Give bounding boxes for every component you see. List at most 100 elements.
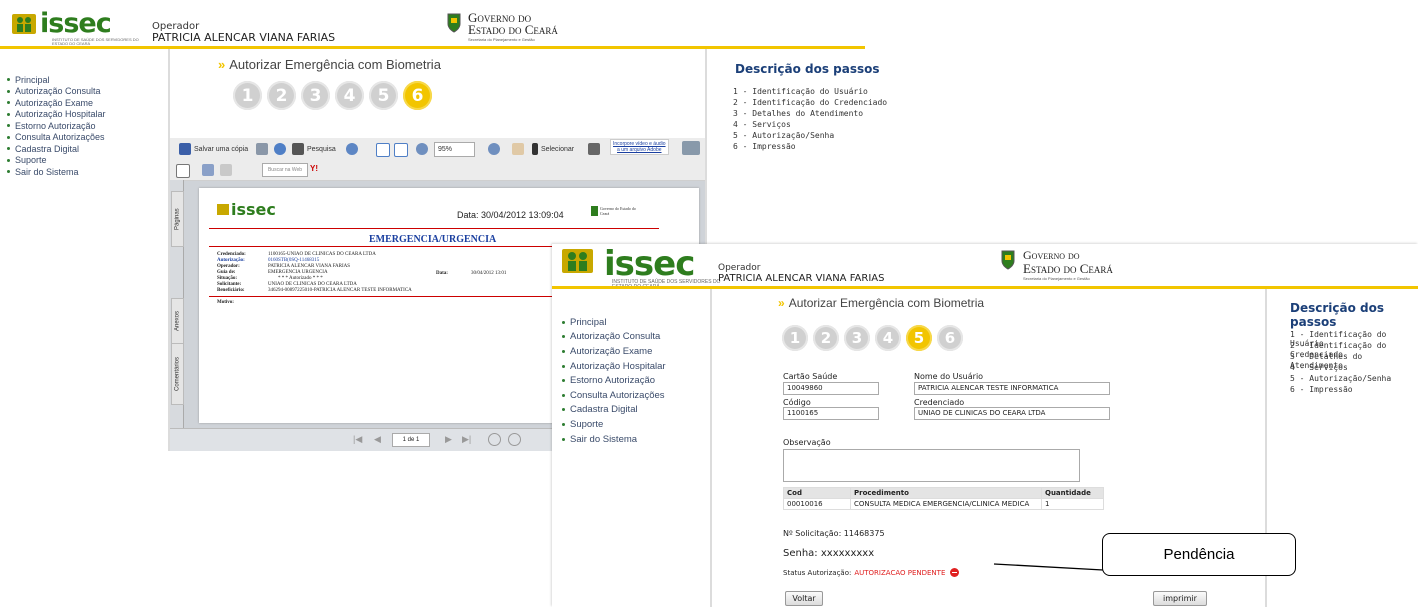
codigo-label: Código	[783, 398, 811, 407]
menu-item-autorizacao-exame[interactable]: Autorização Exame	[562, 344, 666, 359]
desc-step: 2 - Identificação do Credenciado	[733, 98, 888, 107]
menu-item-suporte[interactable]: Suporte	[562, 417, 666, 432]
first-page-icon[interactable]: |◀	[353, 434, 362, 445]
nome-label: Nome do Usuário	[914, 372, 984, 381]
government-subtitle: Secretaria do Planejamento e Gestão	[1023, 276, 1090, 281]
desc-step: 1 - Identificação do Usuário	[733, 87, 868, 96]
step-2: 2	[813, 325, 839, 351]
page-title: » Autorizar Emergência com Biometria	[218, 57, 441, 72]
nome-field[interactable]: PATRICIA ALENCAR TESTE INFORMATICA	[914, 382, 1110, 395]
step-6-active: 6	[403, 81, 432, 110]
doc-motivo: Motivo:	[217, 300, 234, 305]
status-value: AUTORIZACAO PENDENTE	[854, 568, 946, 577]
doc-row-label: Beneficiário:	[217, 288, 245, 293]
select-tool-button[interactable]: Selecionar	[532, 143, 574, 155]
desc-step: 4 - Serviços	[733, 120, 791, 129]
page-title: » Autorizar Emergência com Biometria	[778, 296, 985, 310]
zoom-out-icon[interactable]	[416, 143, 428, 155]
menu-item-cadastra-digital[interactable]: Cadastra Digital	[562, 403, 666, 418]
step-4: 4	[875, 325, 901, 351]
government-line2: Estado do Ceará	[1023, 261, 1113, 276]
desc-steps: 1 - Identificação do Usuário 2 - Identif…	[1290, 330, 1418, 396]
menu-item-cadastra-digital[interactable]: Cadastra Digital	[7, 143, 106, 155]
print-button[interactable]: imprimir	[1153, 591, 1207, 606]
tab-comentarios[interactable]: Comentários	[171, 343, 184, 405]
zoom-icon[interactable]	[346, 143, 358, 155]
print-icon[interactable]	[256, 143, 268, 155]
menu-item-consulta-autorizacoes[interactable]: Consulta Autorizações	[7, 132, 106, 144]
hand-tool-icon[interactable]	[512, 143, 524, 155]
arrow-icon: »	[218, 57, 226, 72]
doc-row-label: Situação:	[217, 276, 237, 281]
logo-text: issec	[604, 244, 695, 284]
yahoo-icon[interactable]: Y!	[310, 164, 318, 173]
adobe-promo-link[interactable]: Incorpore vídeo e áudio a um arquivo Adob…	[610, 139, 669, 155]
web-search-input[interactable]: Buscar na Web	[262, 163, 308, 177]
last-page-icon[interactable]: ▶|	[462, 434, 471, 445]
search-button[interactable]: Pesquisa	[292, 143, 336, 155]
menu-item-autorizacao-consulta[interactable]: Autorização Consulta	[7, 86, 106, 98]
government-line2: Estado do Ceará	[468, 22, 558, 37]
zoom-in-circle-icon[interactable]	[508, 433, 521, 446]
arrow-icon: »	[778, 296, 785, 310]
zoom-level-select[interactable]: 95%	[434, 142, 475, 157]
observacao-textarea[interactable]	[783, 449, 1080, 482]
codigo-field[interactable]: 1100165	[783, 407, 879, 420]
menu-item-estorno-autorizacao[interactable]: Estorno Autorização	[7, 120, 106, 132]
sign-icon[interactable]	[202, 164, 214, 176]
doc-row-value: 346294-00897225010-PATRICIA ALENCAR TEST…	[268, 288, 412, 293]
desc-step: 4 - Serviços	[1290, 363, 1348, 372]
menu-item-principal[interactable]: Principal	[7, 74, 106, 86]
logo-text: issec	[40, 8, 112, 39]
zoom-in-icon[interactable]	[488, 143, 500, 155]
pdf-toolbar-2: Buscar na Web Y!	[170, 160, 705, 181]
adobe-video-icon	[682, 141, 700, 155]
doc-row-label: Solicitante:	[217, 282, 242, 287]
menu-item-sair[interactable]: Sair do Sistema	[7, 166, 106, 178]
next-page-icon[interactable]: ▶	[445, 434, 452, 445]
menu-item-autorizacao-exame[interactable]: Autorização Exame	[7, 97, 106, 109]
page-number-field[interactable]: 1 de 1	[392, 433, 430, 447]
tab-anexos[interactable]: Anexos	[171, 298, 184, 344]
undo-icon[interactable]	[220, 164, 232, 176]
doc-logo-text: issec	[231, 200, 276, 219]
menu-item-autorizacao-hospitalar[interactable]: Autorização Hospitalar	[562, 359, 666, 374]
menu-item-autorizacao-consulta[interactable]: Autorização Consulta	[562, 330, 666, 345]
zoom-out-circle-icon[interactable]	[488, 433, 501, 446]
cell-procedimento: CONSULTA MEDICA EMERGENCIA/CLINICA MEDIC…	[850, 498, 1042, 510]
desc-step: 2 - Identificação do Credenciado	[1290, 341, 1387, 359]
cartao-field[interactable]: 10049860	[783, 382, 879, 395]
credenciado-field[interactable]: UNIAO DE CLINICAS DO CEARA LTDA	[914, 407, 1110, 420]
pages-menu-icon[interactable]	[176, 164, 190, 178]
fit-width-icon[interactable]	[394, 143, 408, 157]
menu-item-estorno-autorizacao[interactable]: Estorno Autorização	[562, 373, 666, 388]
menu-item-suporte[interactable]: Suporte	[7, 155, 106, 167]
desc-step: 6 - Impressão	[733, 142, 796, 151]
doc-row-value: 1100165-UNIAO DE CLINICAS DO CEARA LTDA	[268, 252, 376, 257]
prev-page-icon[interactable]: ◀	[374, 434, 381, 445]
pdf-toolbar-1: Salvar uma cópia Pesquisa 95% Selecionar…	[170, 138, 705, 161]
snapshot-icon[interactable]	[588, 143, 600, 155]
fit-page-icon[interactable]	[376, 143, 390, 157]
step-2: 2	[267, 81, 296, 110]
doc-row-label: Operador:	[217, 264, 240, 269]
doc-row-value: PATRICIA ALENCAR VIANA FARIAS	[268, 264, 351, 269]
desc-steps: 1 - Identificação do Usuário 2 - Identif…	[733, 87, 887, 153]
doc-logo-icon	[217, 204, 229, 215]
doc-gov: Governo do Estado do Ceará	[600, 206, 636, 216]
issec-logo-icon	[12, 14, 36, 34]
menu-item-sair[interactable]: Sair do Sistema	[562, 432, 666, 447]
menu-item-autorizacao-hospitalar[interactable]: Autorização Hospitalar	[7, 109, 106, 121]
doc-row-value: EMERGENCIA URGENCIA	[268, 270, 328, 275]
save-copy-button[interactable]: Salvar uma cópia	[179, 143, 248, 155]
back-button[interactable]: Voltar	[785, 591, 823, 606]
menu-item-consulta-autorizacoes[interactable]: Consulta Autorizações	[562, 388, 666, 403]
tab-paginas[interactable]: Páginas	[171, 191, 184, 247]
step-indicator: 1 2 3 4 5 6	[782, 325, 963, 351]
credenciado-label: Credenciado	[914, 398, 965, 407]
cursor-icon	[532, 143, 538, 155]
observacao-label: Observação	[783, 438, 831, 447]
step-1: 1	[782, 325, 808, 351]
email-icon[interactable]	[274, 143, 286, 155]
menu-item-principal[interactable]: Principal	[562, 315, 666, 330]
